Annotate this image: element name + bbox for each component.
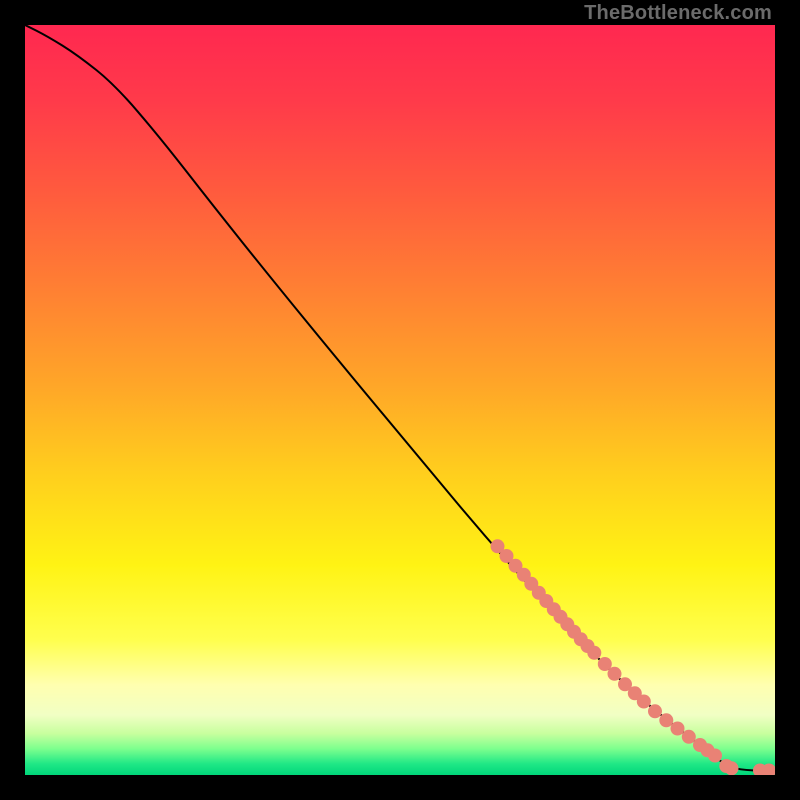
chart-stage: TheBottleneck.com bbox=[0, 0, 800, 800]
marker-point bbox=[648, 704, 662, 718]
marker-point bbox=[725, 761, 739, 775]
watermark-text: TheBottleneck.com bbox=[584, 2, 772, 25]
marker-point bbox=[608, 667, 622, 681]
marker-point bbox=[637, 695, 651, 709]
highlighted-markers bbox=[491, 539, 776, 775]
chart-overlay bbox=[25, 25, 775, 775]
marker-point bbox=[671, 722, 685, 736]
marker-point bbox=[708, 749, 722, 763]
marker-point bbox=[682, 730, 696, 744]
marker-point bbox=[587, 646, 601, 660]
marker-point bbox=[659, 713, 673, 727]
bottleneck-curve bbox=[25, 25, 775, 771]
plot-area bbox=[25, 25, 775, 775]
